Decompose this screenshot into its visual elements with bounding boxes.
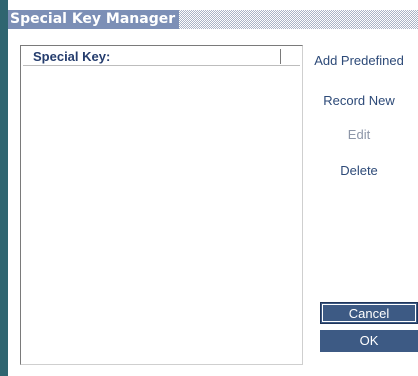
add-predefined-button[interactable]: Add Predefined — [300, 51, 418, 71]
edit-button[interactable]: Edit — [300, 125, 418, 145]
title-bar[interactable]: Special Key Manager — [8, 10, 418, 29]
dialog-content: Special Key: Add Predefined Record New E… — [8, 29, 418, 376]
window-title: Special Key Manager — [8, 10, 180, 29]
special-key-manager-window: Special Key Manager Special Key: Add Pre… — [0, 0, 418, 376]
window-left-border — [0, 0, 8, 376]
delete-button[interactable]: Delete — [300, 161, 418, 181]
column-header-special-key[interactable]: Special Key: — [33, 48, 110, 65]
ok-button[interactable]: OK — [320, 330, 418, 352]
record-new-button[interactable]: Record New — [300, 91, 418, 111]
column-resize-handle[interactable] — [280, 49, 282, 64]
special-key-list[interactable]: Special Key: — [20, 45, 303, 365]
list-header: Special Key: — [23, 48, 300, 66]
cancel-button[interactable]: Cancel — [320, 302, 418, 324]
